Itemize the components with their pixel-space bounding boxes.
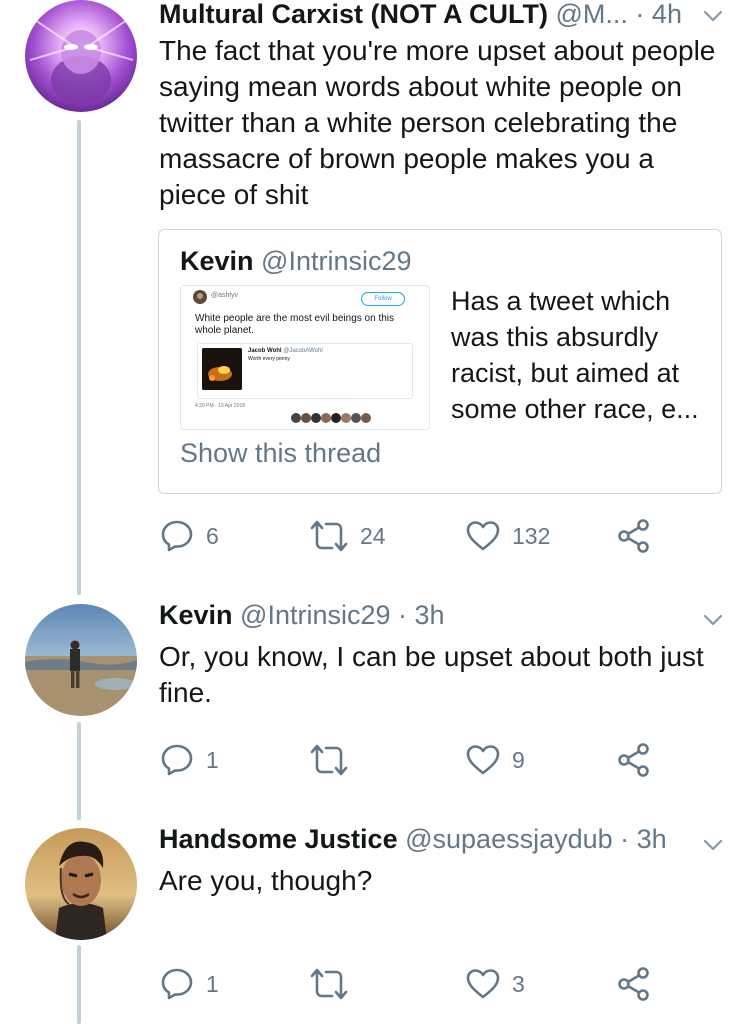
- reply-icon: [160, 519, 194, 553]
- tweet-header: Multural Carxist (NOT A CULT) @M... · 4h: [159, 0, 682, 30]
- like-count: 132: [512, 522, 551, 549]
- thread-line: [77, 722, 81, 820]
- retweet-count: 24: [360, 522, 386, 549]
- retweet-button[interactable]: 24: [310, 519, 386, 553]
- like-count: 9: [512, 746, 525, 773]
- separator-dot: ·: [612, 824, 637, 854]
- retweet-button[interactable]: [310, 967, 360, 1001]
- user-handle[interactable]: @supaessjaydub: [405, 824, 613, 854]
- quoted-tweet-image[interactable]: @ashlyv Follow White people are the most…: [180, 285, 430, 430]
- separator-dot: ·: [627, 0, 652, 29]
- reply-count: 6: [206, 522, 219, 549]
- tweet-actions: 1 9: [160, 743, 660, 777]
- chevron-down-icon[interactable]: [702, 5, 724, 27]
- reply-button[interactable]: 1: [160, 743, 219, 777]
- mini-liker-avatars: [291, 413, 371, 423]
- quoted-text-line: Has a tweet which: [451, 286, 671, 316]
- tweet-text-line: Are you, though?: [159, 865, 373, 896]
- tweet-text-line: fine.: [159, 677, 212, 708]
- tweet-text-line: massacre of brown people makes you a: [159, 143, 654, 174]
- quoted-text-line: some other race, e...: [451, 394, 699, 424]
- user-handle[interactable]: @M...: [556, 0, 628, 29]
- share-icon: [618, 743, 650, 777]
- like-button[interactable]: 9: [466, 743, 525, 777]
- chevron-down-icon[interactable]: [702, 834, 724, 856]
- display-name[interactable]: Multural Carxist (NOT A CULT): [159, 0, 548, 29]
- tweet-text: The fact that you're more upset about pe…: [159, 33, 719, 213]
- thread-line: [77, 945, 81, 1024]
- retweet-button[interactable]: [310, 743, 360, 777]
- mini-fire-image: [202, 348, 242, 390]
- tweet-text-line: twitter than a white person celebrating …: [159, 107, 678, 138]
- quoted-user-handle: @Intrinsic29: [261, 246, 412, 276]
- share-button[interactable]: [618, 743, 650, 777]
- share-icon: [618, 519, 650, 553]
- heart-icon: [466, 744, 500, 776]
- share-icon: [618, 967, 650, 1001]
- mini-date: 4:29 PM - 13 Apr 2018: [195, 403, 246, 409]
- reply-icon: [160, 967, 194, 1001]
- tweet-text-line: piece of shit: [159, 179, 309, 210]
- retweet-icon: [310, 743, 348, 777]
- display-name[interactable]: Handsome Justice: [159, 824, 398, 854]
- mini-quoted-text: Worth every penny: [248, 356, 290, 362]
- tweet-actions: 6 24 132: [160, 519, 660, 553]
- reply-icon: [160, 743, 194, 777]
- avatar[interactable]: [25, 0, 137, 112]
- mini-tweet-text: White people are the most evil beings on…: [195, 313, 394, 336]
- separator-dot: ·: [390, 600, 415, 630]
- avatar[interactable]: [25, 604, 137, 716]
- tweet-actions: 1 3: [160, 967, 660, 1001]
- like-count: 3: [512, 970, 525, 997]
- timestamp[interactable]: 3h: [637, 824, 667, 854]
- avatar[interactable]: [25, 828, 137, 940]
- quoted-text-line: racist, but aimed at: [451, 358, 680, 388]
- chevron-down-icon[interactable]: [702, 609, 724, 631]
- mini-follow-button: Follow: [361, 292, 405, 306]
- retweet-icon: [310, 519, 348, 553]
- quoted-tweet[interactable]: Kevin @Intrinsic29 @ashlyv Follow White …: [158, 229, 722, 494]
- thread-line: [77, 120, 81, 595]
- quoted-tweet-text: Has a tweet which was this absurdly raci…: [451, 283, 711, 427]
- mini-quoted-name: Jacob Wohl @JacobAWohl: [248, 348, 323, 354]
- heart-icon: [466, 520, 500, 552]
- timestamp[interactable]: 3h: [415, 600, 445, 630]
- tweet-header: Handsome Justice @supaessjaydub · 3h: [159, 823, 667, 855]
- tweet-text: Or, you know, I can be upset about both …: [159, 639, 719, 711]
- mini-user-handle: @ashlyv: [211, 292, 238, 299]
- tweet-text: Are you, though?: [159, 863, 719, 899]
- mini-quoted-tweet: Jacob Wohl @JacobAWohl Worth every penny: [197, 343, 413, 399]
- tweet-header: Kevin @Intrinsic29 · 3h: [159, 599, 445, 631]
- tweet-text-line: Or, you know, I can be upset about both …: [159, 641, 704, 672]
- like-button[interactable]: 3: [466, 967, 525, 1001]
- display-name[interactable]: Kevin: [159, 600, 233, 630]
- reply-button[interactable]: 6: [160, 519, 219, 553]
- show-thread-link[interactable]: Show this thread: [180, 438, 381, 469]
- share-button[interactable]: [618, 967, 650, 1001]
- mini-avatar: [193, 290, 207, 304]
- reply-count: 1: [206, 970, 219, 997]
- quoted-display-name: Kevin: [180, 246, 254, 276]
- tweet-text-line: saying mean words about white people on: [159, 71, 683, 102]
- like-button[interactable]: 132: [466, 519, 550, 553]
- share-button[interactable]: [618, 519, 650, 553]
- reply-count: 1: [206, 746, 219, 773]
- heart-icon: [466, 968, 500, 1000]
- reply-button[interactable]: 1: [160, 967, 219, 1001]
- timestamp[interactable]: 4h: [652, 0, 682, 29]
- quoted-text-line: was this absurdly: [451, 322, 659, 352]
- retweet-icon: [310, 967, 348, 1001]
- tweet-text-line: The fact that you're more upset about pe…: [159, 35, 716, 66]
- user-handle[interactable]: @Intrinsic29: [240, 600, 390, 630]
- quoted-tweet-header: Kevin @Intrinsic29: [180, 246, 412, 277]
